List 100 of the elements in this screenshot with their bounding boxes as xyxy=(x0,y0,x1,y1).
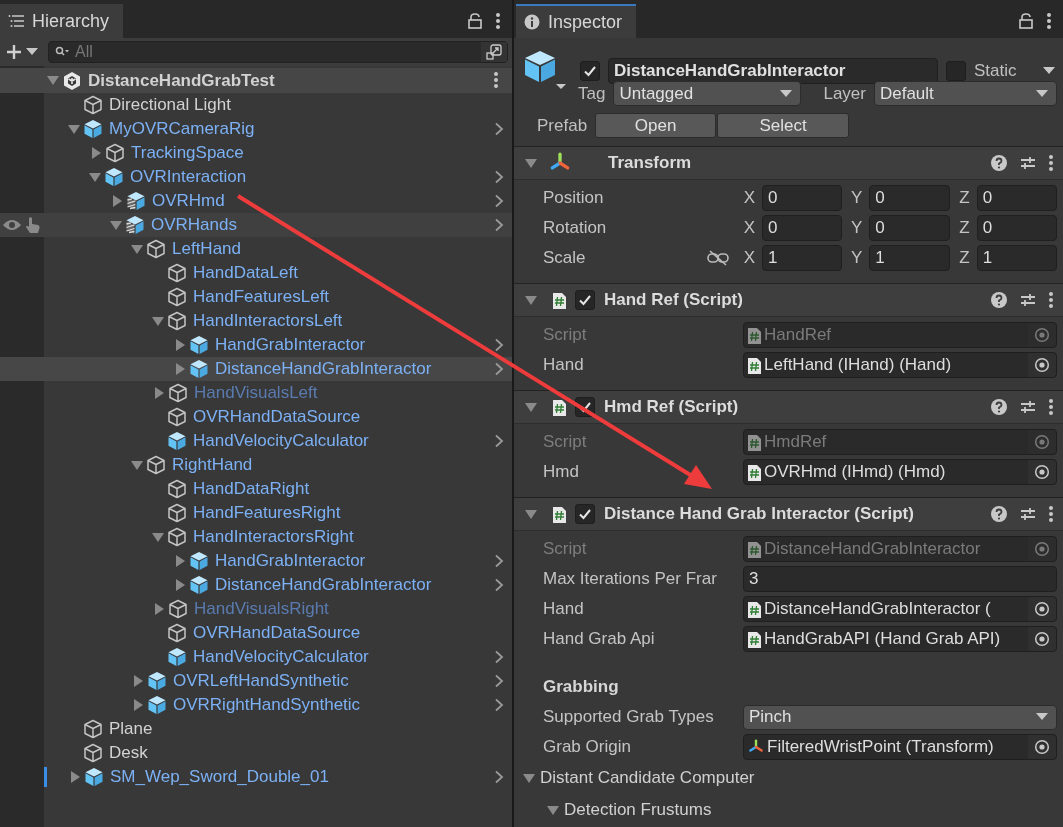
chevron-right-icon[interactable] xyxy=(494,698,504,712)
prefab-button[interactable]: Select xyxy=(717,113,850,138)
inspector-tab[interactable]: Inspector xyxy=(516,4,637,38)
presets-icon[interactable] xyxy=(1020,292,1036,308)
more-icon[interactable] xyxy=(1049,292,1053,308)
hierarchy-item[interactable]: Plane xyxy=(0,717,512,741)
more-icon[interactable] xyxy=(1047,13,1051,29)
number-field[interactable]: 1 xyxy=(976,245,1057,271)
presets-icon[interactable] xyxy=(1020,506,1036,522)
foldout-label[interactable]: Detection Frustums xyxy=(564,800,712,820)
hierarchy-item[interactable]: HandGrabInteractor xyxy=(0,549,512,573)
hierarchy-item[interactable]: MyOVRCameraRig xyxy=(0,117,512,141)
hierarchy-item[interactable]: HandVelocityCalculator xyxy=(0,429,512,453)
foldout[interactable]: Detection Frustums xyxy=(543,796,1057,824)
chevron-right-icon[interactable] xyxy=(494,674,504,688)
layer-dropdown[interactable]: Default xyxy=(873,81,1057,106)
help-icon[interactable] xyxy=(991,292,1007,308)
hierarchy-item[interactable]: OVRLeftHandSynthetic xyxy=(0,669,512,693)
number-field[interactable]: 1 xyxy=(869,245,950,271)
more-icon[interactable] xyxy=(1049,506,1053,522)
expand-arrow-icon[interactable] xyxy=(131,460,143,470)
prefab-button[interactable]: Open xyxy=(595,113,717,138)
expand-arrow-icon[interactable] xyxy=(525,402,537,412)
hierarchy-item[interactable]: TrackingSpace xyxy=(0,141,512,165)
scene-search-icon[interactable] xyxy=(486,44,502,60)
dropdown[interactable]: Pinch xyxy=(743,704,1057,730)
hierarchy-item[interactable]: HandInteractorsLeft xyxy=(0,309,512,333)
number-field[interactable]: 0 xyxy=(976,185,1057,211)
object-field[interactable]: DistanceHandGrabInteractor ( xyxy=(743,596,1057,622)
chevron-right-icon[interactable] xyxy=(494,170,504,184)
expand-arrow-icon[interactable] xyxy=(152,316,164,326)
expand-arrow-icon[interactable] xyxy=(152,532,164,542)
number-field[interactable]: 1 xyxy=(762,245,843,271)
collapse-arrow-icon[interactable] xyxy=(92,147,101,159)
enabled-checkbox[interactable] xyxy=(575,290,595,310)
expand-arrow-icon[interactable] xyxy=(525,295,537,305)
search-bar[interactable]: All xyxy=(48,41,508,63)
broken-link-icon[interactable] xyxy=(707,250,729,266)
chevron-right-icon[interactable] xyxy=(494,362,504,376)
hierarchy-item[interactable]: OVRRightHandSynthetic xyxy=(0,693,512,717)
more-icon[interactable] xyxy=(494,72,498,88)
hierarchy-item[interactable]: OVRHandDataSource xyxy=(0,621,512,645)
object-picker-icon[interactable] xyxy=(1034,631,1050,647)
hierarchy-item[interactable]: HandFeaturesLeft xyxy=(0,285,512,309)
more-icon[interactable] xyxy=(1049,399,1053,415)
component-header[interactable]: Hmd Ref (Script) xyxy=(514,391,1063,424)
component-header[interactable]: Hand Ref (Script) xyxy=(514,284,1063,317)
hierarchy-item[interactable]: RightHand xyxy=(0,453,512,477)
expand-arrow-icon[interactable] xyxy=(547,805,559,815)
help-icon[interactable] xyxy=(991,506,1007,522)
number-field[interactable]: 0 xyxy=(762,185,843,211)
tag-dropdown[interactable]: Untagged xyxy=(613,81,802,106)
hierarchy-item[interactable]: SM_Wep_Sword_Double_01 xyxy=(0,765,512,789)
object-field[interactable]: OVRHmd (IHmd) (Hmd) xyxy=(743,459,1057,485)
name-field[interactable]: DistanceHandGrabInteractor xyxy=(608,58,938,84)
foldout-label[interactable]: Distant Candidate Computer xyxy=(540,768,755,788)
object-picker-icon[interactable] xyxy=(1034,357,1050,373)
hierarchy-item[interactable]: Desk xyxy=(0,741,512,765)
chevron-right-icon[interactable] xyxy=(494,650,504,664)
chevron-right-icon[interactable] xyxy=(494,554,504,568)
object-picker-icon[interactable] xyxy=(1034,739,1050,755)
chevron-right-icon[interactable] xyxy=(494,434,504,448)
hierarchy-item[interactable]: HandInteractorsRight xyxy=(0,525,512,549)
static-checkbox[interactable] xyxy=(946,61,966,81)
expand-arrow-icon[interactable] xyxy=(523,773,535,783)
object-picker-icon[interactable] xyxy=(1034,464,1050,480)
hierarchy-item[interactable]: HandVelocityCalculator xyxy=(0,645,512,669)
enabled-checkbox[interactable] xyxy=(575,504,595,524)
hierarchy-tab[interactable]: Hierarchy xyxy=(0,4,124,38)
number-field[interactable]: 0 xyxy=(869,185,950,211)
chevron-right-icon[interactable] xyxy=(494,578,504,592)
number-field[interactable]: 0 xyxy=(976,215,1057,241)
hierarchy-item[interactable]: Directional Light xyxy=(0,93,512,117)
object-picker-icon[interactable] xyxy=(1034,601,1050,617)
component-header[interactable]: Transform xyxy=(514,147,1063,180)
chevron-right-icon[interactable] xyxy=(494,122,504,136)
tab-label[interactable]: Inspector xyxy=(548,11,623,33)
presets-icon[interactable] xyxy=(1020,155,1036,171)
expand-arrow-icon[interactable] xyxy=(131,244,143,254)
hierarchy-item[interactable]: LeftHand xyxy=(0,237,512,261)
object-field[interactable]: LeftHand (IHand) (Hand) xyxy=(743,352,1057,378)
number-field[interactable]: 0 xyxy=(869,215,950,241)
tab-label[interactable]: Hierarchy xyxy=(32,10,110,32)
help-icon[interactable] xyxy=(991,155,1007,171)
active-checkbox[interactable] xyxy=(580,61,600,81)
presets-icon[interactable] xyxy=(1020,399,1036,415)
chevron-right-icon[interactable] xyxy=(494,218,504,232)
component-header[interactable]: Distance Hand Grab Interactor (Script) xyxy=(514,498,1063,531)
hierarchy-item[interactable]: HandDataRight xyxy=(0,477,512,501)
number-field[interactable]: 0 xyxy=(762,215,843,241)
hierarchy-item[interactable]: OVRHandDataSource xyxy=(0,405,512,429)
foldout[interactable]: Distant Candidate Computer xyxy=(519,764,1057,792)
expand-arrow-icon[interactable] xyxy=(525,158,537,168)
hierarchy-item[interactable]: OVRInteraction xyxy=(0,165,512,189)
lock-icon[interactable] xyxy=(468,13,482,29)
hand-pointer-icon[interactable] xyxy=(24,216,42,234)
hierarchy-item[interactable]: DistanceHandGrabInteractor xyxy=(0,357,512,381)
hierarchy-item[interactable]: DistanceHandGrabTest xyxy=(0,68,512,93)
hierarchy-item[interactable]: HandFeaturesRight xyxy=(0,501,512,525)
more-icon[interactable] xyxy=(496,13,500,29)
